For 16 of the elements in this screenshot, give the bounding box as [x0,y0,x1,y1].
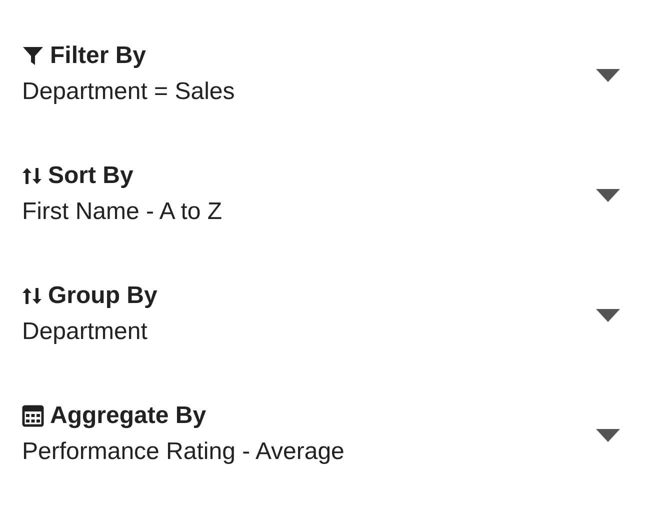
option-title: Sort By [48,162,134,190]
option-title: Filter By [50,42,146,70]
sort-icon [22,166,42,186]
caret-icon[interactable] [596,189,620,203]
option-title: Aggregate By [50,402,206,430]
option-title: Group By [48,282,158,310]
option-value: Department [22,317,148,347]
caret-icon[interactable] [596,69,620,83]
caret-icon[interactable] [596,309,620,323]
option-value: Department = Sales [22,77,236,107]
caret-icon[interactable] [596,429,620,443]
filter-icon [22,45,44,67]
option-value: First Name - A to Z [22,197,224,227]
sort-icon [22,286,42,306]
option-value: Performance Rating - Average [22,437,346,467]
table-icon [22,405,44,427]
